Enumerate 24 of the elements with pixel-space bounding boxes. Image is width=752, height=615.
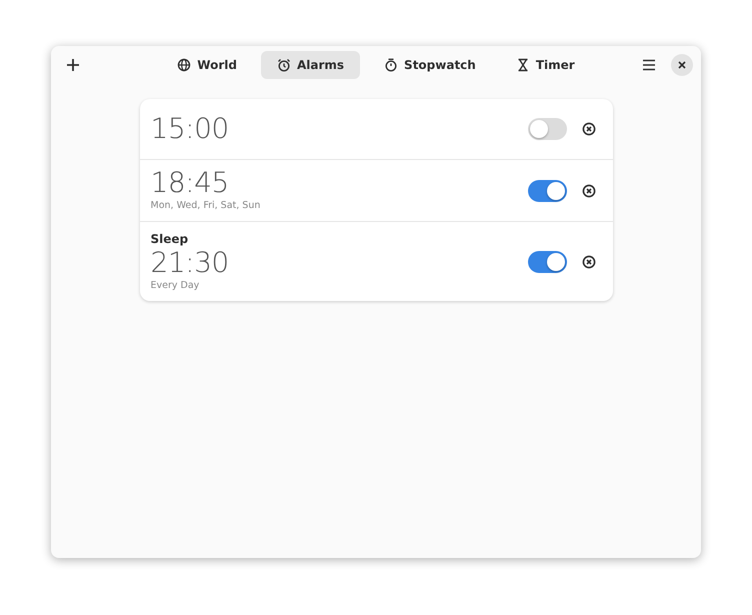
stopwatch-icon (384, 58, 398, 72)
tab[interactable]: Timer (500, 51, 591, 79)
tab[interactable]: World (161, 51, 253, 79)
alarm-repeat: Every Day (150, 278, 200, 293)
alarm-time: 21:30 (150, 248, 230, 279)
hourglass-icon (516, 58, 530, 72)
tab[interactable]: Alarms (260, 51, 360, 79)
menu-icon (642, 59, 656, 71)
alarm-time: 18:45 (150, 168, 230, 199)
alarm-switch[interactable] (528, 180, 566, 202)
alarm-repeat: Mon, Wed, Fri, Sat, Sun (150, 198, 262, 213)
alarm-switch[interactable] (528, 118, 566, 140)
globe-icon (177, 58, 192, 72)
alarm-clock-icon (276, 58, 291, 72)
remove-icon (582, 184, 596, 198)
alarm-switch[interactable] (528, 250, 566, 273)
remove-icon (582, 122, 596, 136)
alarm-time: 15:00 (150, 114, 230, 144)
remove-icon (582, 254, 596, 269)
tab[interactable]: Stopwatch (368, 51, 492, 79)
alarm-name: Sleep (150, 231, 190, 248)
plus-icon (66, 58, 80, 72)
close-button[interactable] (671, 54, 693, 76)
close-icon (678, 61, 686, 69)
